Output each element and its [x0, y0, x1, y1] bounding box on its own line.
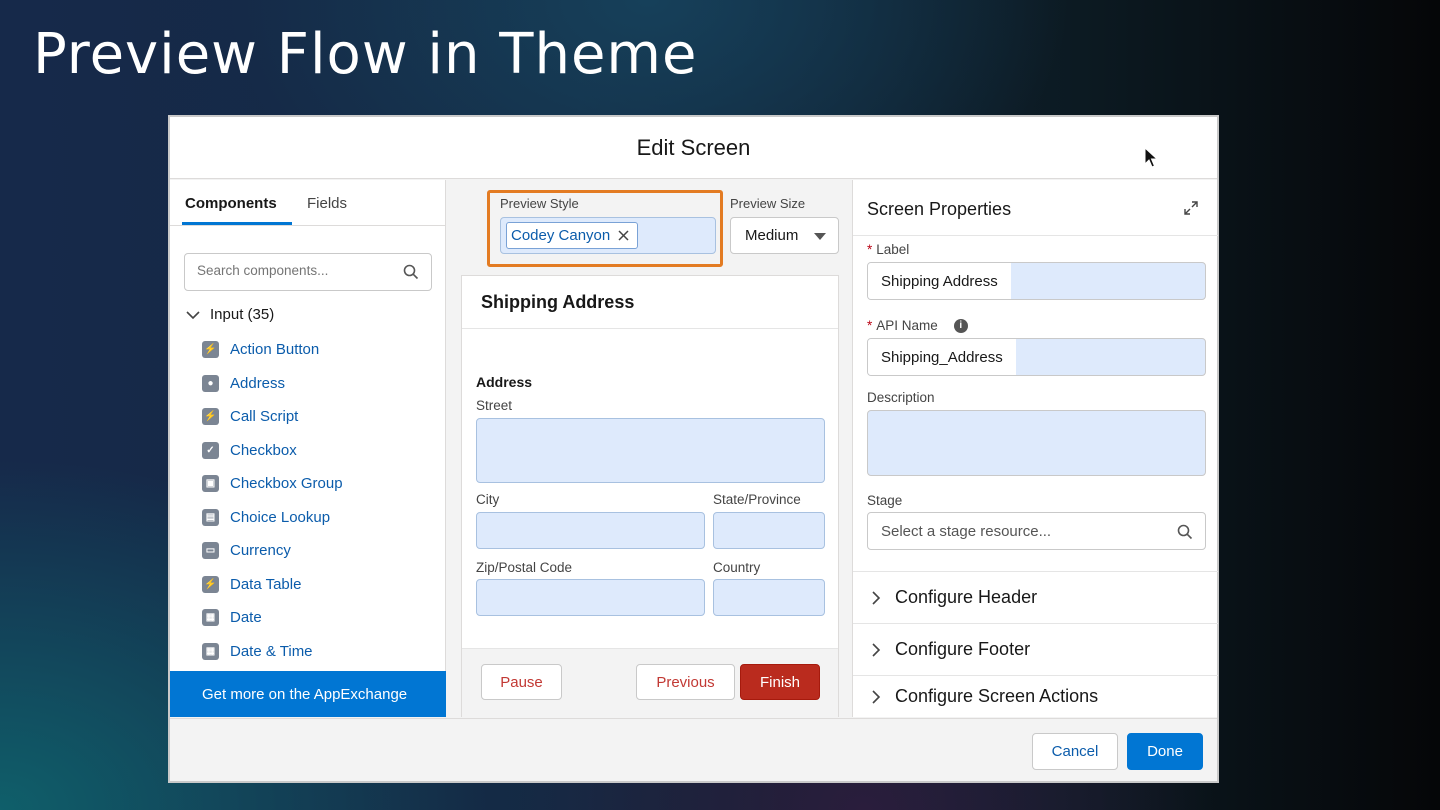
modal-header: Edit Screen — [170, 117, 1217, 179]
preview-panel: Preview Style Preview Size Codey Canyon … — [447, 180, 851, 718]
required-marker: * — [867, 318, 873, 333]
zip-label: Zip/Postal Code — [476, 560, 573, 575]
lightning-icon: ⚡ — [202, 575, 219, 593]
preview-style-highlight — [487, 190, 723, 267]
edit-screen-modal: Edit Screen Components Fields Input (35)… — [168, 115, 1219, 783]
checkbox-icon: ✓ — [202, 441, 219, 459]
configure-footer-accordion[interactable]: Configure Footer — [853, 623, 1218, 675]
city-label: City — [476, 492, 500, 507]
chevron-down-icon — [186, 310, 200, 319]
expand-icon[interactable] — [1183, 200, 1199, 216]
tab-components[interactable]: Components — [185, 195, 277, 212]
modal-footer: Cancel Done — [170, 718, 1217, 781]
zip-field[interactable] — [476, 579, 705, 616]
description-textarea[interactable] — [867, 410, 1206, 476]
info-icon[interactable]: i — [953, 318, 968, 333]
component-item[interactable]: ⚡ Call Script — [202, 400, 343, 434]
search-icon — [403, 264, 419, 280]
component-item[interactable]: ▣ Checkbox Group — [202, 467, 343, 501]
chevron-right-icon — [872, 689, 881, 704]
stage-label: Stage — [867, 493, 903, 508]
street-field[interactable] — [476, 418, 825, 483]
api-name-field-label: * API Name i — [867, 318, 968, 333]
state-label: State/Province — [713, 492, 801, 507]
component-item[interactable]: ● Address — [202, 367, 343, 401]
stage-placeholder: Select a stage resource... — [881, 522, 1052, 540]
state-field[interactable] — [713, 512, 825, 549]
properties-title: Screen Properties — [867, 199, 1012, 219]
country-field[interactable] — [713, 579, 825, 616]
section-label: Input (35) — [210, 306, 275, 323]
stage-input[interactable]: Select a stage resource... — [867, 512, 1206, 550]
search-components[interactable] — [184, 253, 432, 291]
lightning-icon: ⚡ — [202, 408, 219, 426]
search-icon — [1177, 524, 1193, 540]
active-tab-indicator — [182, 222, 292, 225]
screen-title: Shipping Address — [481, 292, 635, 312]
mouse-cursor-icon — [1144, 147, 1159, 168]
label-input[interactable]: Shipping Address — [867, 262, 1206, 300]
component-item[interactable]: ▦ Date — [202, 601, 343, 635]
screen-properties-panel: Screen Properties * Label Shipping Addres… — [852, 180, 1218, 717]
country-label: Country — [713, 560, 761, 575]
screen-footer: Pause Previous Finish — [462, 648, 838, 718]
appexchange-link[interactable]: Get more on the AppExchange — [170, 671, 446, 717]
preview-size-label: Preview Size — [730, 196, 806, 211]
component-item[interactable]: ▤ Choice Lookup — [202, 501, 343, 535]
configure-header-accordion[interactable]: Configure Header — [853, 571, 1218, 623]
component-item[interactable]: ✓ Checkbox — [202, 434, 343, 468]
street-label: Street — [476, 398, 513, 413]
screen-preview-card: Shipping Address Address Street City Sta… — [461, 275, 839, 718]
panel-tabs: Components Fields — [170, 180, 446, 226]
chevron-right-icon — [872, 642, 881, 657]
api-name-input[interactable]: Shipping_Address — [867, 338, 1206, 376]
caret-down-icon — [814, 233, 826, 240]
calendar-icon: ▦ — [202, 609, 219, 627]
city-field[interactable] — [476, 512, 705, 549]
required-marker: * — [867, 242, 873, 257]
configure-screen-actions-accordion[interactable]: Configure Screen Actions — [853, 675, 1218, 717]
finish-button[interactable]: Finish — [740, 664, 820, 700]
previous-button[interactable]: Previous — [636, 664, 735, 700]
label-field-label: * Label — [867, 242, 910, 257]
pause-button[interactable]: Pause — [481, 664, 562, 700]
description-label: Description — [867, 390, 935, 405]
datetime-icon: ▦ — [202, 642, 219, 660]
location-icon: ● — [202, 374, 219, 392]
component-item[interactable]: ⚡ Data Table — [202, 568, 343, 602]
components-panel: Components Fields Input (35) ⚡Action But… — [170, 180, 446, 717]
modal-title: Edit Screen — [636, 134, 751, 160]
label-value: Shipping Address — [868, 263, 1011, 299]
search-input[interactable] — [197, 263, 397, 278]
lookup-icon: ▤ — [202, 508, 219, 526]
currency-icon: ▭ — [202, 542, 219, 560]
divider — [462, 328, 838, 329]
component-item[interactable]: ⚡ Action Button — [202, 333, 343, 367]
preview-size-value: Medium — [745, 227, 799, 244]
divider — [853, 235, 1218, 236]
checkbox-group-icon: ▣ — [202, 475, 219, 493]
slide-title: Preview Flow in Theme — [33, 22, 698, 87]
components-list: ⚡ Action Button ● Address ⚡ Call Script ✓ Ch… — [202, 333, 343, 668]
address-label: Address — [476, 374, 533, 390]
cancel-button[interactable]: Cancel — [1032, 733, 1118, 770]
preview-size-select[interactable]: Medium — [730, 217, 839, 254]
tab-fields[interactable]: Fields — [307, 195, 347, 212]
chevron-right-icon — [872, 590, 881, 605]
component-item[interactable]: ▭ Currency — [202, 534, 343, 568]
section-input-toggle[interactable]: Input (35) — [186, 306, 274, 323]
component-item[interactable]: ▦ Date & Time — [202, 635, 343, 669]
lightning-icon: ⚡ — [202, 341, 219, 359]
api-name-value: Shipping_Address — [868, 339, 1016, 375]
done-button[interactable]: Done — [1127, 733, 1203, 770]
